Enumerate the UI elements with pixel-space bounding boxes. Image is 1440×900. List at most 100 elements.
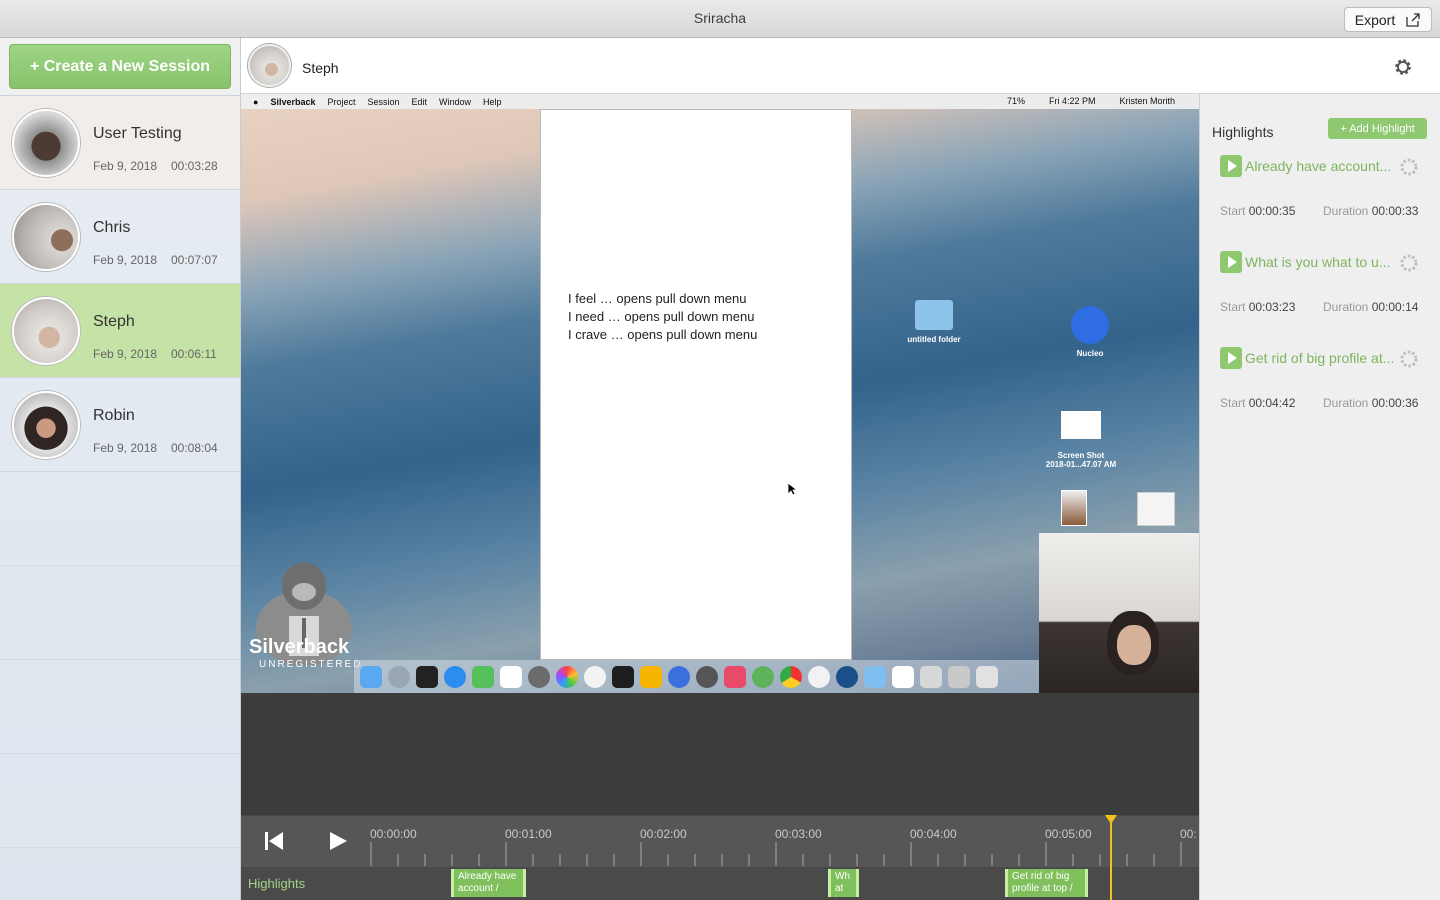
mission-control-icon [416,665,438,688]
session-item-chris[interactable]: Chris Feb 9, 2018 00:07:07 [0,190,240,284]
timeline-ticks [370,842,1182,866]
session-title: Steph [302,60,339,76]
prototype-document: I feel … opens pull down menu I need … o… [540,109,852,660]
highlight-item[interactable]: What is you what to u... Start 00:03:23 … [1200,251,1440,347]
timeline-scrubber[interactable]: 00:00:00 00:01:00 00:02:00 00:03:00 00:0… [241,815,1199,867]
watermark-status: UNREGISTERED [259,659,363,670]
session-date: Feb 9, 2018 [93,347,158,361]
session-name: Chris [93,219,131,236]
session-name: Steph [93,313,135,330]
window-title: Sriracha [693,10,747,26]
chip-line: Wh [835,871,850,882]
start-value: 00:00:35 [1248,204,1296,218]
highlight-item[interactable]: Already have account... Start 00:00:35 D… [1200,155,1440,251]
slack-icon [724,665,746,688]
battery-level: 71% [1006,96,1025,106]
desktop-doc-thumb [1137,492,1175,526]
doc-line: I crave … opens pull down menu [568,327,758,342]
chip-line: Already have [458,871,517,882]
timeline-highlight-chip[interactable]: Already have account / [451,869,526,897]
gear-icon[interactable] [1399,157,1419,177]
screenshot-label: Screen Shot [1057,451,1105,460]
session-duration: 00:06:11 [171,347,217,361]
timeline-highlight-chip[interactable]: Wh at is [828,869,859,897]
photos-icon [556,665,578,688]
menubar-item: Edit [411,96,428,107]
chip-line: account / [458,883,499,894]
emoji-icon [584,665,606,688]
play-highlight-icon[interactable] [1220,251,1242,273]
empty-row [0,754,240,848]
chrome-icon [780,665,802,688]
create-session-button[interactable]: + Create a New Session [9,44,231,89]
start-value: 00:03:23 [1248,300,1296,314]
highlight-title: Get rid of big profile at... [1245,350,1395,366]
session-duration: 00:08:04 [171,441,218,455]
folder-icon [915,300,953,330]
calendar-icon [500,665,522,688]
desktop-screenshot: Screen Shot 2018-01...47.07 AM [1036,411,1126,469]
tick-label: 00:02:00 [640,827,687,841]
highlight-duration: Duration 00:00:33 [1323,204,1418,218]
play-icon[interactable] [327,830,349,852]
session-item-robin[interactable]: Robin Feb 9, 2018 00:08:04 [0,378,240,472]
folder-icon [864,665,886,688]
session-duration: 00:07:07 [171,253,218,267]
session-item-steph[interactable]: Steph Feb 9, 2018 00:06:11 [0,284,240,378]
webcam-feed [1039,533,1199,693]
doc-line: I feel … opens pull down menu [568,291,747,306]
playhead-handle[interactable] [1105,815,1117,824]
playhead-line[interactable] [1110,815,1112,900]
gear-icon[interactable] [1399,253,1419,273]
skip-to-start-icon[interactable] [263,830,285,852]
menubar-item: Silverback [270,96,316,107]
recording-video[interactable]: ● Silverback Project Session Edit Window… [241,94,1199,693]
document-text: I feel … opens pull down menu I need … o… [568,290,757,344]
avatar [12,391,80,459]
play-highlight-icon[interactable] [1220,155,1242,177]
export-button[interactable]: Export [1344,7,1432,32]
menubar-user: Kristen Morith [1119,96,1175,106]
screenshot-stack-icon [948,665,970,688]
tick-label: 00:00:00 [370,827,417,841]
duration-label: Duration [1323,396,1369,410]
highlight-start: Start 00:03:23 [1220,300,1295,314]
tick-label: 00:05:00 [1045,827,1092,841]
menubar-status: 71% Fri 4:22 PM Kristen Morith [1007,96,1187,106]
tick-label: 00:04:00 [910,827,957,841]
share-icon [1406,12,1420,27]
duration-label: Duration [1323,204,1369,218]
session-item-user-testing[interactable]: User Testing Feb 9, 2018 00:03:28 [0,96,240,190]
doc-line: I need … opens pull down menu [568,309,755,324]
chip-line: Get rid of big [1012,871,1070,882]
highlight-item[interactable]: Get rid of big profile at... Start 00:04… [1200,347,1440,443]
timeline-highlight-chip[interactable]: Get rid of big profile at top / [1005,869,1088,897]
launchpad-icon [388,665,410,688]
avatar [248,44,291,87]
session-header: Steph [241,38,1440,94]
chip-line: at is [835,883,844,897]
watermark-name: Silverback [249,636,350,658]
highlights-row-label: Highlights [248,876,306,891]
add-highlight-button[interactable]: + Add Highlight [1328,118,1427,139]
empty-row [0,566,240,660]
tick-label: 00:01:00 [505,827,552,841]
figma-icon [612,665,634,688]
gear-icon[interactable] [1392,56,1414,78]
create-session-area: + Create a New Session [0,38,240,96]
desktop-image-thumb [1061,490,1087,526]
avatar [12,297,80,365]
highlight-duration: Duration 00:00:14 [1323,300,1418,314]
export-label: Export [1354,11,1396,28]
avatar [12,203,80,271]
gear-icon[interactable] [1399,349,1419,369]
avatar [12,109,80,177]
empty-row [0,660,240,754]
play-highlight-icon[interactable] [1220,347,1242,369]
video-letterbox [241,693,1199,815]
menubar-clock: Fri 4:22 PM [1048,96,1096,106]
session-date: Feb 9, 2018 [93,441,158,455]
menubar-item: Session [367,96,400,107]
tick-label: 00:03:00 [775,827,822,841]
highlight-title: What is you what to u... [1245,254,1391,270]
